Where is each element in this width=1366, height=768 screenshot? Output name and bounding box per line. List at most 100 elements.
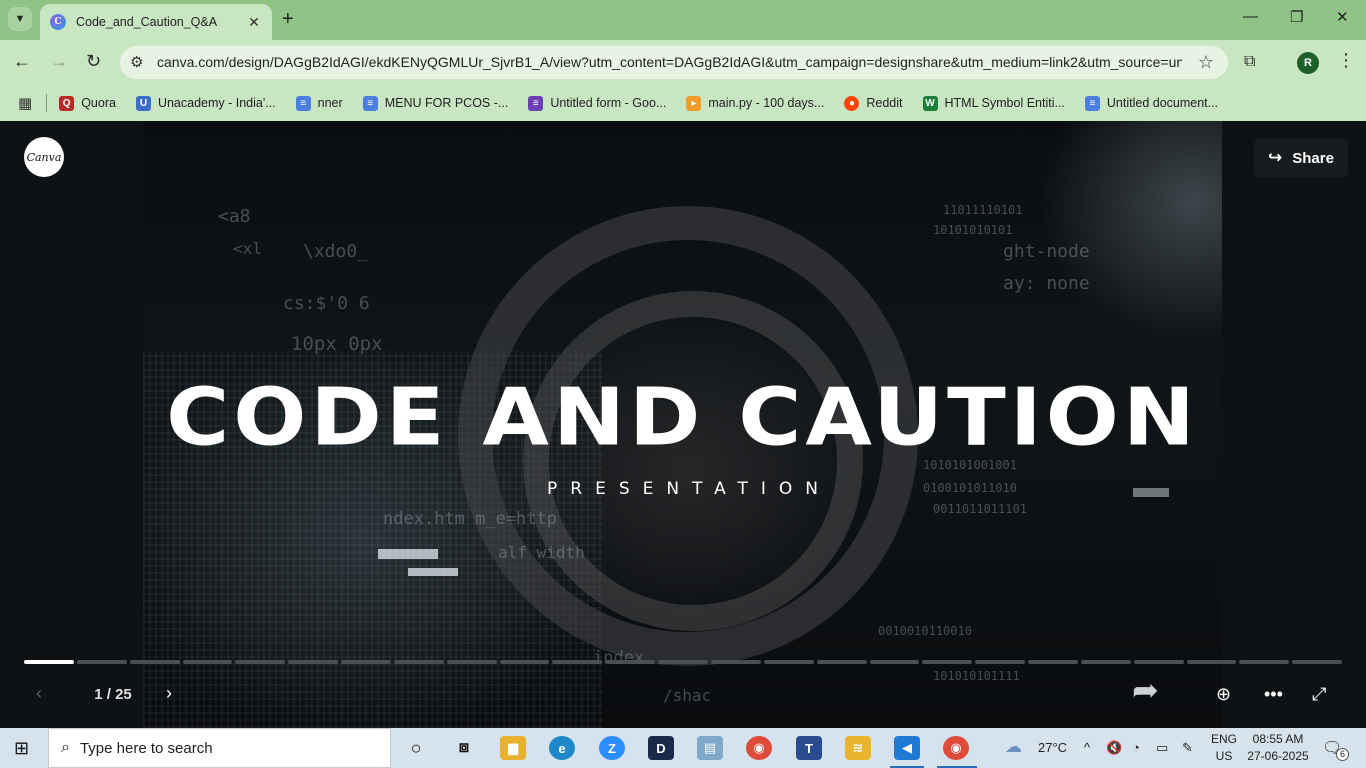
progress-segment[interactable] <box>763 660 814 664</box>
bookmark-item[interactable]: ≡ nner <box>295 95 343 111</box>
google-docs-icon: ≡ <box>1084 95 1100 111</box>
bookmark-item[interactable]: ● Reddit <box>844 95 903 111</box>
progress-segment[interactable] <box>922 660 973 664</box>
progress-segment[interactable] <box>816 660 867 664</box>
bookmark-item[interactable]: ≡ MENU FOR PCOS -... <box>362 95 508 111</box>
zoom-icon[interactable]: Z <box>599 736 625 760</box>
progress-segment[interactable] <box>446 660 497 664</box>
weather-cloud-icon[interactable]: ☁ <box>1005 737 1022 757</box>
bookmark-item[interactable]: Q Quora <box>59 95 116 111</box>
minimize-icon[interactable]: — <box>1243 8 1258 25</box>
address-bar[interactable]: ⚙ canva.com/design/DAGgB2IdAGI/ekdKENyQG… <box>120 46 1228 79</box>
profile-avatar[interactable]: R <box>1297 52 1319 74</box>
region-code: US <box>1215 749 1233 763</box>
site-info-icon[interactable]: ⚙ <box>130 53 143 71</box>
weather-temperature[interactable]: 27°C <box>1038 740 1067 755</box>
progress-segment[interactable] <box>24 660 74 664</box>
curved-arrow-icon: ➦ <box>1132 672 1159 708</box>
vscode-icon[interactable]: ◀ <box>894 736 920 760</box>
slide-code-glyph: <xl <box>233 239 262 258</box>
progress-segment[interactable] <box>288 660 339 664</box>
progress-segment[interactable] <box>975 660 1026 664</box>
slide-progress-bar[interactable] <box>24 660 1343 664</box>
bookmark-label: HTML Symbol Entiti... <box>944 96 1065 110</box>
progress-segment[interactable] <box>1080 660 1131 664</box>
progress-segment[interactable] <box>869 660 920 664</box>
bookmark-label: Unacademy - India'... <box>157 96 276 110</box>
notification-count-badge: 6 <box>1336 748 1349 761</box>
bookmark-item[interactable]: ▸ main.py - 100 days... <box>686 95 825 111</box>
bookmark-item[interactable]: U Unacademy - India'... <box>135 95 276 111</box>
bookmark-item[interactable]: W HTML Symbol Entiti... <box>922 95 1065 111</box>
canva-logo[interactable]: Canva <box>24 137 64 177</box>
progress-segment[interactable] <box>1239 660 1290 664</box>
bookmark-item[interactable]: ≡ Untitled form - Goo... <box>528 95 666 111</box>
wifi-icon[interactable]: ◔ <box>1132 740 1140 755</box>
bookmark-star-icon[interactable]: ☆ <box>1198 52 1214 73</box>
battery-icon[interactable]: ▭ <box>1156 740 1168 756</box>
restore-icon[interactable]: ❐ <box>1290 8 1303 26</box>
cortana-icon[interactable]: ○ <box>403 736 429 760</box>
browser-tab-active[interactable]: C Code_and_Caution_Q&A ✕ <box>40 4 272 40</box>
bookmark-label: main.py - 100 days... <box>708 96 825 110</box>
more-options-icon[interactable]: ••• <box>1264 684 1283 705</box>
progress-segment[interactable] <box>182 660 233 664</box>
tab-search-button[interactable]: ▼ <box>8 7 32 31</box>
tab-close-icon[interactable]: ✕ <box>246 14 262 31</box>
url-text[interactable]: canva.com/design/DAGgB2IdAGI/ekdKENyQGML… <box>157 54 1182 70</box>
fullscreen-icon[interactable]: ⤢ <box>1312 684 1326 705</box>
progress-segment[interactable] <box>1133 660 1184 664</box>
taskbar-search[interactable]: ⌕ Type here to search <box>48 728 391 768</box>
stack-app-icon[interactable]: ≋ <box>845 736 871 760</box>
bookmark-item[interactable]: ≡ Untitled document... <box>1084 95 1218 111</box>
tray-chevron-up-icon[interactable]: ^ <box>1084 740 1090 755</box>
window-close-icon[interactable]: ✕ <box>1336 8 1349 26</box>
notepad-icon[interactable]: ▤ <box>697 736 723 760</box>
new-tab-button[interactable]: + <box>282 8 294 31</box>
progress-segment[interactable] <box>341 660 391 664</box>
share-arrow-icon: ↪ <box>1268 148 1283 167</box>
windows-start-icon[interactable]: ⊞ <box>14 738 29 759</box>
progress-segment[interactable] <box>552 660 603 664</box>
slide-glow-bar <box>378 549 438 559</box>
system-clock[interactable]: 08:55 AM 27-06-2025 <box>1244 731 1312 765</box>
next-slide-button[interactable]: › <box>166 683 172 704</box>
progress-segment[interactable] <box>393 660 444 664</box>
progress-segment[interactable] <box>235 660 286 664</box>
back-button[interactable]: ← <box>13 51 31 72</box>
slide-code-glyph: ay: none <box>1003 273 1090 294</box>
language-indicator[interactable]: ENG US <box>1208 731 1240 765</box>
task-view-icon[interactable]: ⧈ <box>451 736 477 760</box>
reload-button[interactable]: ↻ <box>86 51 101 72</box>
share-button[interactable]: ↪ Share <box>1254 139 1348 177</box>
canva-favicon-icon: C <box>50 14 66 30</box>
apps-grid-icon[interactable]: ▦ <box>18 94 32 112</box>
extensions-icon[interactable]: ⧉ <box>1244 53 1255 71</box>
text-editor-icon[interactable]: T <box>796 736 822 760</box>
zoom-in-icon[interactable]: ⊕ <box>1216 684 1231 705</box>
chrome-profile-icon[interactable]: ◉ <box>943 736 969 760</box>
progress-segment[interactable] <box>1028 660 1078 664</box>
dev-app-icon[interactable]: D <box>648 736 674 760</box>
progress-segment[interactable] <box>658 660 708 664</box>
progress-segment[interactable] <box>1186 660 1237 664</box>
progress-segment[interactable] <box>1292 660 1343 664</box>
search-icon: ⌕ <box>61 739 70 756</box>
previous-slide-button[interactable]: ‹ <box>36 683 42 704</box>
google-forms-icon: ≡ <box>528 95 544 111</box>
file-explorer-icon[interactable]: ▆ <box>500 736 526 760</box>
clock-date: 27-06-2025 <box>1247 749 1309 763</box>
progress-segment[interactable] <box>76 660 127 664</box>
chrome-icon[interactable]: ◉ <box>746 736 772 760</box>
edge-icon[interactable]: e <box>549 736 575 760</box>
quora-icon: Q <box>59 95 75 111</box>
progress-segment[interactable] <box>605 660 656 664</box>
pen-icon[interactable]: ✎ <box>1182 740 1193 756</box>
progress-segment[interactable] <box>499 660 550 664</box>
volume-muted-icon[interactable]: 🔇 <box>1106 740 1122 756</box>
bookmark-label: Quora <box>81 96 116 110</box>
progress-segment[interactable] <box>129 660 180 664</box>
browser-menu-icon[interactable]: ⋮ <box>1337 50 1355 71</box>
forward-button[interactable]: → <box>50 51 68 72</box>
progress-segment[interactable] <box>710 660 761 664</box>
